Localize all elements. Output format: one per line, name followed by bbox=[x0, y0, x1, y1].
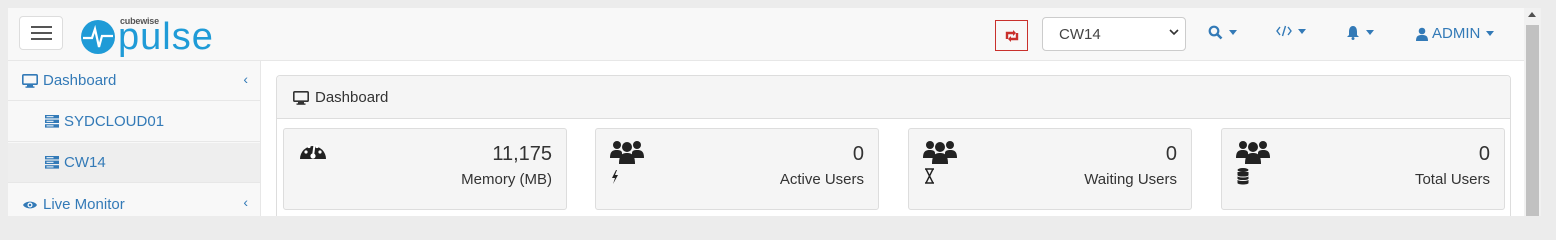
chevron-down-icon bbox=[1169, 29, 1179, 36]
search-icon bbox=[1208, 25, 1223, 40]
chevron-left-icon: ‹ bbox=[243, 194, 248, 210]
active-users-card: 0 Active Users bbox=[595, 128, 879, 210]
server-icon bbox=[45, 156, 59, 169]
app-window: cubewise pulse CW14 ADMIN Dashboard ‹ SY… bbox=[8, 8, 1524, 216]
desktop-icon bbox=[293, 90, 309, 105]
code-dropdown[interactable] bbox=[1276, 25, 1306, 37]
retweet-icon bbox=[1005, 29, 1018, 42]
active-users-value: 0 bbox=[852, 143, 864, 165]
memory-label: Memory (MB) bbox=[461, 171, 552, 188]
sidebar-item-label: CW14 bbox=[64, 154, 106, 171]
sidebar-item-label: SYDCLOUD01 bbox=[64, 113, 165, 130]
waiting-users-value: 0 bbox=[1165, 143, 1177, 165]
panel-header: Dashboard bbox=[277, 76, 1510, 119]
users-bolt-icon bbox=[610, 141, 644, 184]
bell-icon bbox=[1347, 26, 1359, 40]
waiting-users-card: 0 Waiting Users bbox=[908, 128, 1192, 210]
waiting-users-label: Waiting Users bbox=[1084, 171, 1177, 188]
users-database-icon bbox=[1236, 141, 1270, 185]
pulse-logo-icon bbox=[81, 20, 115, 54]
caret-down-icon bbox=[1366, 30, 1374, 35]
sidebar-item-dashboard[interactable]: Dashboard ‹ bbox=[8, 61, 260, 101]
active-users-label: Active Users bbox=[779, 171, 864, 188]
refresh-button[interactable] bbox=[995, 20, 1028, 51]
notifications-dropdown[interactable] bbox=[1346, 25, 1374, 40]
eye-icon bbox=[23, 201, 37, 208]
sidebar-item-sydcloud01[interactable]: SYDCLOUD01 bbox=[8, 102, 260, 142]
top-navbar: cubewise pulse CW14 ADMIN bbox=[8, 8, 1524, 61]
users-hourglass-icon bbox=[923, 141, 957, 184]
scroll-up-arrow-icon[interactable] bbox=[1528, 12, 1536, 17]
server-select[interactable]: CW14 bbox=[1042, 17, 1186, 51]
total-users-label: Total Users bbox=[1414, 171, 1490, 188]
memory-card: 11,175 Memory (MB) bbox=[283, 128, 567, 210]
dashboard-panel: Dashboard 11,175 Memory (MB) 0 Active Us… bbox=[276, 75, 1511, 216]
vertical-scrollbar[interactable] bbox=[1524, 8, 1541, 216]
user-dropdown[interactable]: ADMIN bbox=[1416, 25, 1495, 42]
sidebar-item-live-monitor[interactable]: Live Monitor ‹ bbox=[8, 184, 260, 216]
memory-value: 11,175 bbox=[492, 143, 552, 165]
main-content: Dashboard 11,175 Memory (MB) 0 Active Us… bbox=[261, 61, 1524, 216]
server-select-value: CW14 bbox=[1059, 26, 1101, 43]
sidebar: Dashboard ‹ SYDCLOUD01 CW14 Live Monitor… bbox=[8, 61, 261, 216]
caret-down-icon bbox=[1486, 31, 1495, 36]
search-dropdown[interactable] bbox=[1208, 25, 1237, 40]
sidebar-item-label: Live Monitor bbox=[43, 196, 125, 213]
menu-toggle-button[interactable] bbox=[19, 16, 63, 50]
sidebar-item-label: Dashboard bbox=[43, 72, 117, 89]
total-users-value: 0 bbox=[1478, 143, 1490, 165]
chevron-left-icon: ‹ bbox=[243, 71, 248, 87]
sidebar-item-cw14[interactable]: CW14 bbox=[8, 143, 260, 183]
user-name: ADMIN bbox=[1432, 25, 1481, 42]
panel-title: Dashboard bbox=[315, 89, 389, 106]
code-icon bbox=[1276, 25, 1292, 37]
scrollbar-thumb[interactable] bbox=[1526, 25, 1539, 216]
user-icon bbox=[1416, 27, 1428, 41]
tachometer-icon bbox=[300, 144, 326, 159]
caret-down-icon bbox=[1229, 30, 1237, 35]
server-icon bbox=[45, 115, 59, 128]
desktop-icon bbox=[22, 73, 38, 88]
caret-down-icon bbox=[1298, 28, 1306, 34]
total-users-card: 0 Total Users bbox=[1221, 128, 1505, 210]
logo-product-text: pulse bbox=[118, 16, 214, 58]
